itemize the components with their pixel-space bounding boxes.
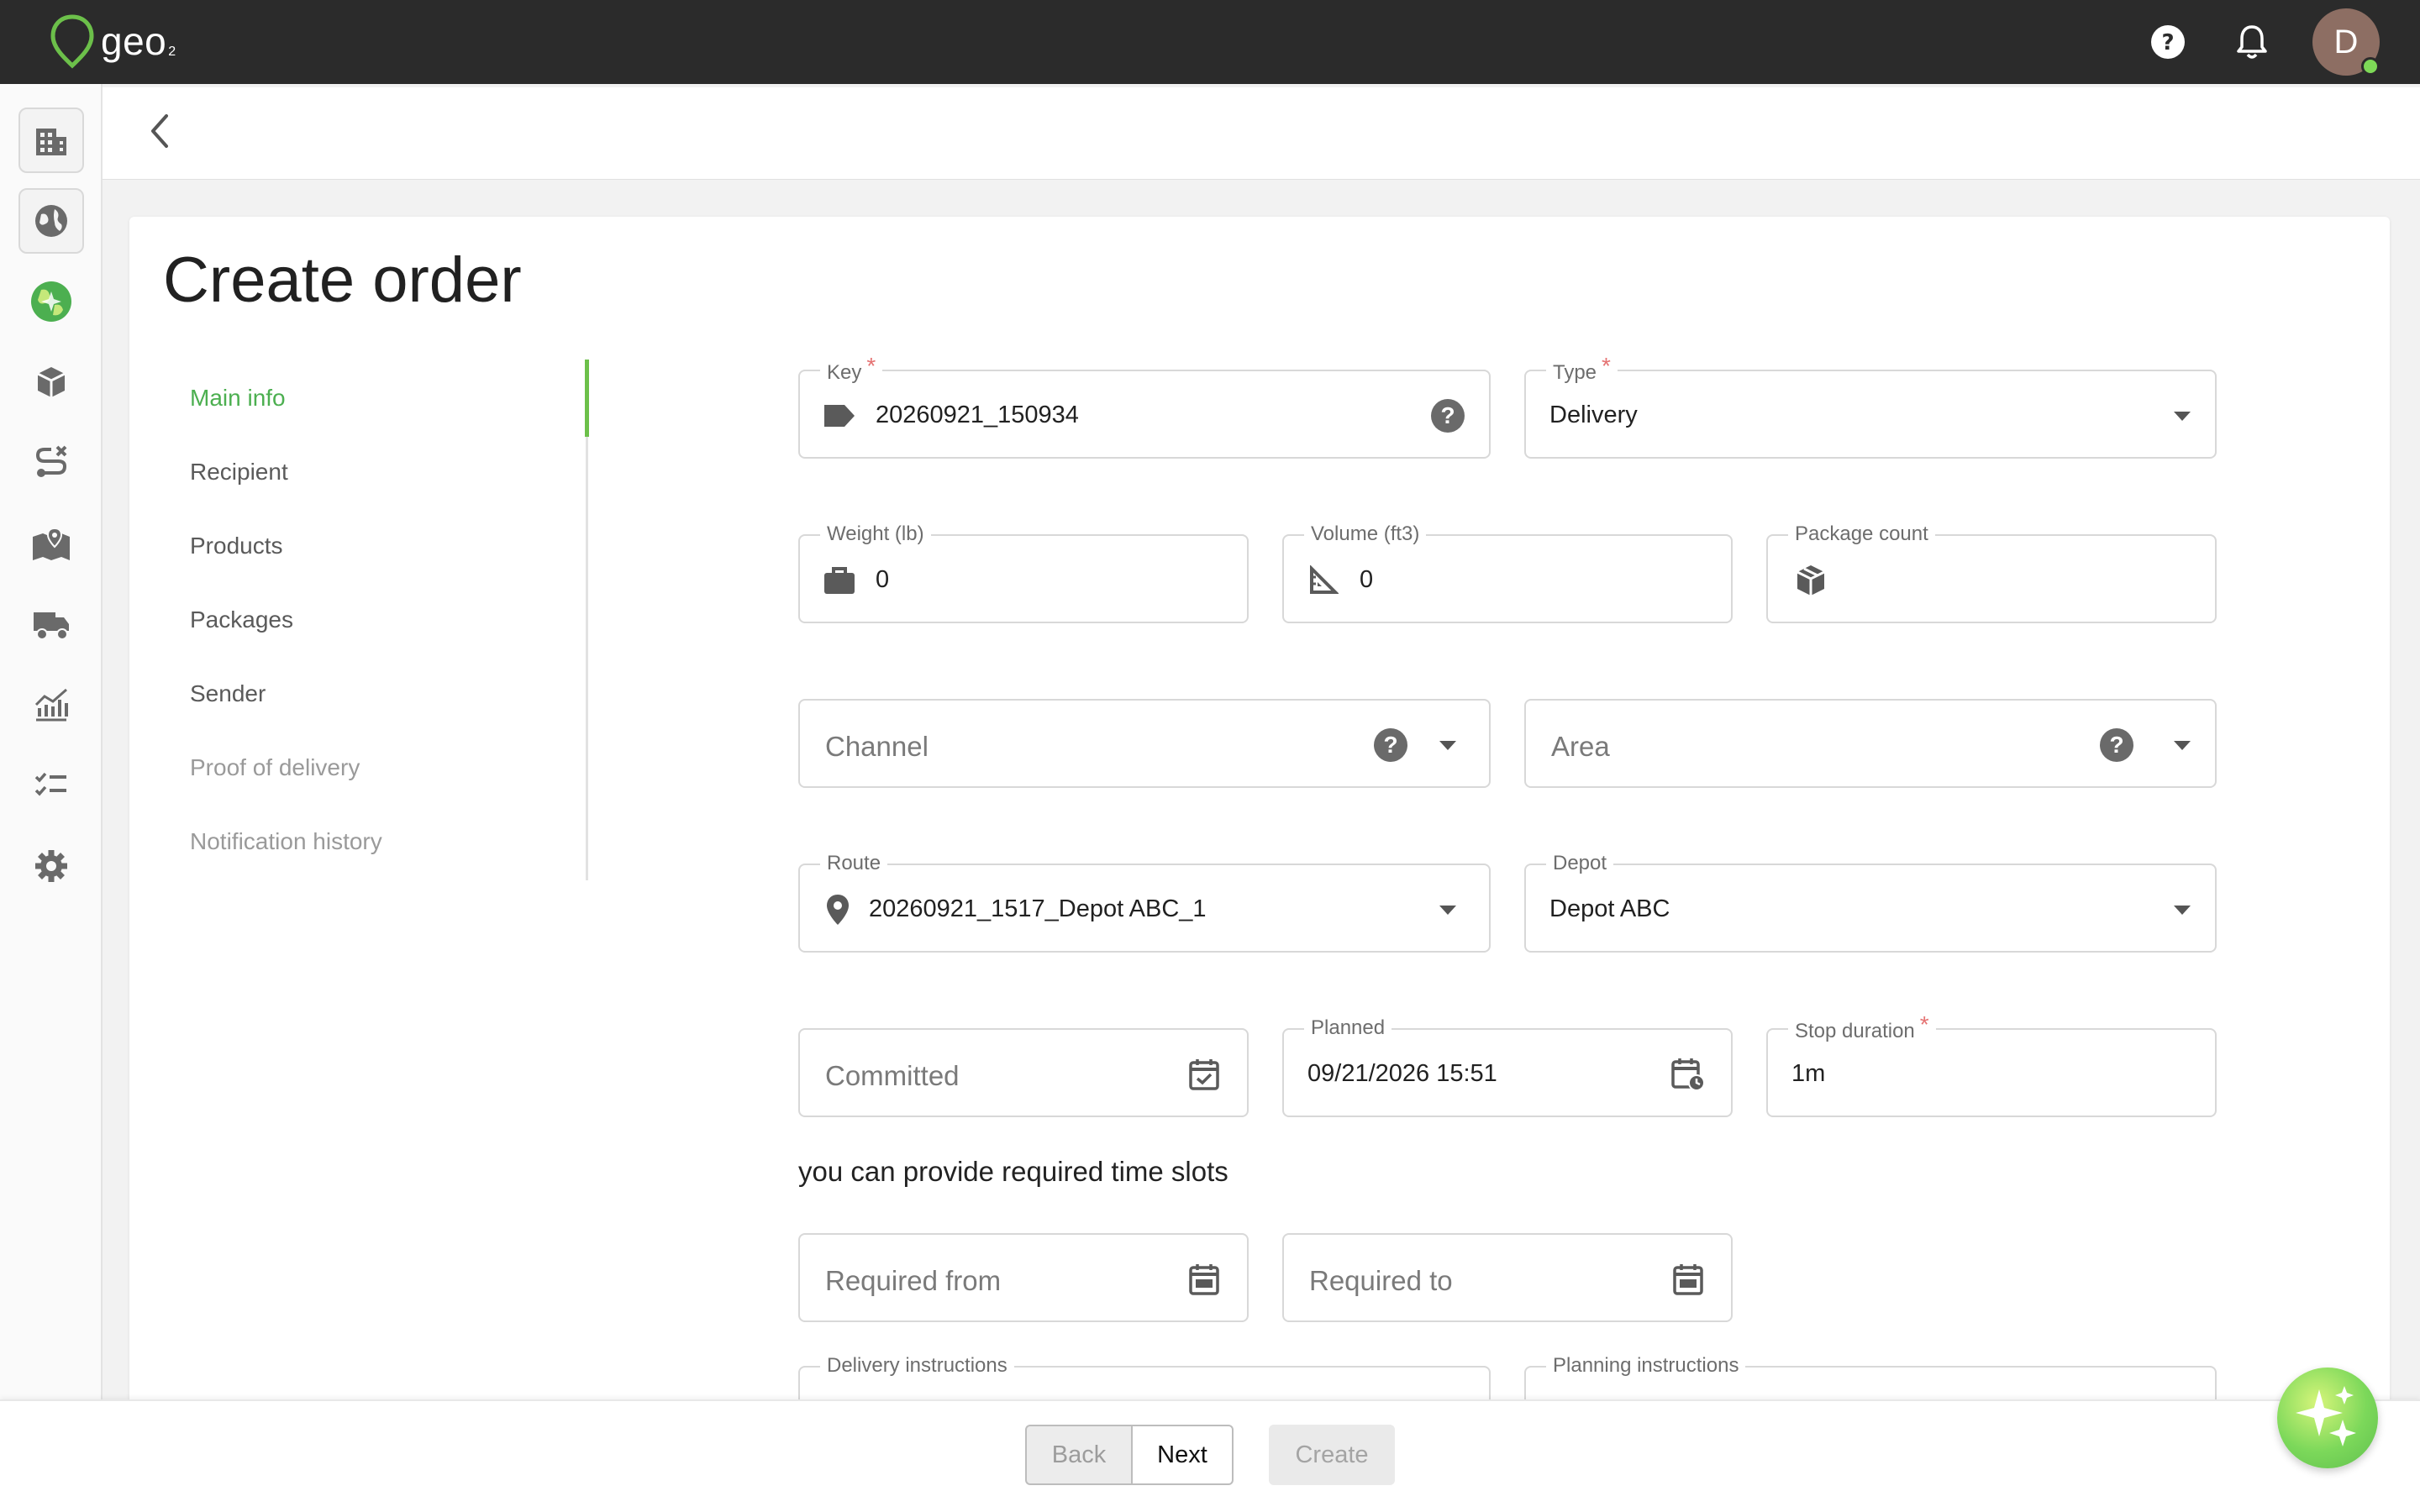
calendar-check-icon[interactable] <box>1185 1055 1223 1094</box>
delivery-instructions-label: Delivery instructions <box>820 1354 1014 1378</box>
package-count-label: Package count <box>1788 522 1935 546</box>
route-label: Route <box>820 852 888 875</box>
section-nav-packages[interactable]: Packages <box>190 606 293 633</box>
checklist-icon[interactable] <box>18 753 84 818</box>
committed-placeholder: Committed <box>825 1060 960 1091</box>
online-status-dot <box>2361 57 2380 76</box>
briefcase-icon <box>820 561 859 600</box>
header-strip <box>103 87 2420 180</box>
planned-date-field[interactable]: Planned 09/21/2026 15:51 <box>1282 1016 1733 1117</box>
weight-label: Weight (lb) <box>820 522 931 546</box>
calendar-icon[interactable] <box>1669 1260 1707 1299</box>
sparkle-icon <box>2296 1386 2356 1446</box>
chevron-down-icon[interactable] <box>2163 396 2202 435</box>
create-button[interactable]: Create <box>1269 1425 1395 1485</box>
truck-icon[interactable] <box>18 591 84 657</box>
section-nav-recipient[interactable]: Recipient <box>190 459 288 486</box>
section-nav-proof-of-delivery[interactable]: Proof of delivery <box>190 754 360 781</box>
planned-value[interactable]: 09/21/2026 15:51 <box>1307 1060 1497 1088</box>
svg-text:?: ? <box>2161 30 2174 55</box>
planning-instructions-label: Planning instructions <box>1546 1354 1746 1378</box>
required-to-field[interactable]: Required to <box>1282 1233 1733 1322</box>
section-nav-notification-history[interactable]: Notification history <box>190 828 382 855</box>
channel-placeholder: Channel <box>825 731 929 762</box>
gear-icon[interactable] <box>18 833 84 899</box>
type-value[interactable]: Delivery <box>1549 402 1638 429</box>
logo-text: geo <box>101 19 167 63</box>
type-label: Type <box>1553 361 1597 384</box>
ai-assistant-button[interactable] <box>2277 1368 2378 1468</box>
area-placeholder: Area <box>1551 731 1610 762</box>
package-icon <box>1791 561 1830 600</box>
chevron-down-icon[interactable] <box>2163 726 2202 764</box>
section-nav: Main info Recipient Products Packages Se… <box>165 360 588 880</box>
required-from-placeholder: Required from <box>825 1265 1002 1296</box>
volume-field[interactable]: Volume (ft3) 0 <box>1282 522 1733 623</box>
planned-label: Planned <box>1304 1016 1392 1040</box>
weight-field[interactable]: Weight (lb) 0 <box>798 522 1249 623</box>
stop-duration-field[interactable]: Stop duration * 1m <box>1766 1011 2217 1117</box>
help-icon[interactable]: ? <box>2148 22 2188 62</box>
top-bar: geo 2 ? D <box>0 0 2420 84</box>
depot-label: Depot <box>1546 852 1614 875</box>
back-arrow-icon[interactable] <box>141 108 178 155</box>
required-asterisk: * <box>1602 353 1611 379</box>
type-select[interactable]: Type * Delivery <box>1524 353 2217 459</box>
chevron-down-icon[interactable] <box>1428 890 1467 929</box>
channel-select[interactable]: Channel ? <box>798 699 1491 788</box>
required-asterisk: * <box>1919 1011 1929 1037</box>
depot-value[interactable]: Depot ABC <box>1549 895 1670 923</box>
required-from-field[interactable]: Required from <box>798 1233 1249 1322</box>
key-help-icon[interactable]: ? <box>1428 396 1467 435</box>
analytics-icon[interactable] <box>18 672 84 738</box>
calendar-icon[interactable] <box>1185 1260 1223 1299</box>
route-value[interactable]: 20260921_1517_Depot ABC_1 <box>869 895 1207 923</box>
route-icon[interactable] <box>18 430 84 496</box>
app-logo[interactable]: geo 2 <box>49 13 176 69</box>
time-slots-hint: you can provide required time slots <box>798 1156 1228 1187</box>
weight-value[interactable]: 0 <box>876 566 889 594</box>
chevron-down-icon[interactable] <box>2163 890 2202 929</box>
cube-icon[interactable] <box>18 349 84 415</box>
depot-select[interactable]: Depot Depot ABC <box>1524 852 2217 953</box>
notification-bell-icon[interactable] <box>2232 22 2272 62</box>
package-count-field[interactable]: Package count <box>1766 522 2217 623</box>
section-nav-products[interactable]: Products <box>190 533 283 559</box>
volume-value[interactable]: 0 <box>1360 566 1373 594</box>
left-rail <box>0 84 103 1512</box>
chevron-down-icon[interactable] <box>1428 726 1467 764</box>
globe-icon[interactable] <box>18 188 84 254</box>
area-help-icon[interactable]: ? <box>2097 726 2136 764</box>
stop-duration-label: Stop duration <box>1795 1020 1915 1042</box>
area-select[interactable]: Area ? <box>1524 699 2217 788</box>
set-square-icon <box>1304 561 1343 600</box>
section-nav-main-info[interactable]: Main info <box>190 385 286 412</box>
back-button[interactable]: Back <box>1025 1425 1131 1485</box>
next-button[interactable]: Next <box>1131 1425 1234 1485</box>
key-field[interactable]: Key * 20260921_150934 ? <box>798 353 1491 459</box>
earth-color-icon[interactable] <box>18 269 84 334</box>
key-value[interactable]: 20260921_150934 <box>876 402 1079 429</box>
section-nav-active-indicator <box>585 360 589 437</box>
building-icon[interactable] <box>18 108 84 173</box>
location-pin-icon <box>818 890 857 929</box>
tag-icon <box>820 396 859 435</box>
logo-subscript: 2 <box>168 45 176 59</box>
volume-label: Volume (ft3) <box>1304 522 1427 546</box>
stop-duration-value[interactable]: 1m <box>1791 1060 1825 1088</box>
section-nav-sender[interactable]: Sender <box>190 680 266 707</box>
committed-date-field[interactable]: Committed <box>798 1028 1249 1117</box>
route-select[interactable]: Route 20260921_1517_Depot ABC_1 <box>798 852 1491 953</box>
key-label: Key <box>827 361 862 384</box>
required-asterisk: * <box>866 353 876 379</box>
required-to-placeholder: Required to <box>1309 1265 1453 1296</box>
logo-pin-icon <box>50 14 94 69</box>
page-title: Create order <box>163 244 522 316</box>
calendar-clock-icon[interactable] <box>1669 1055 1707 1094</box>
map-icon[interactable] <box>18 511 84 576</box>
channel-help-icon[interactable]: ? <box>1371 726 1410 764</box>
